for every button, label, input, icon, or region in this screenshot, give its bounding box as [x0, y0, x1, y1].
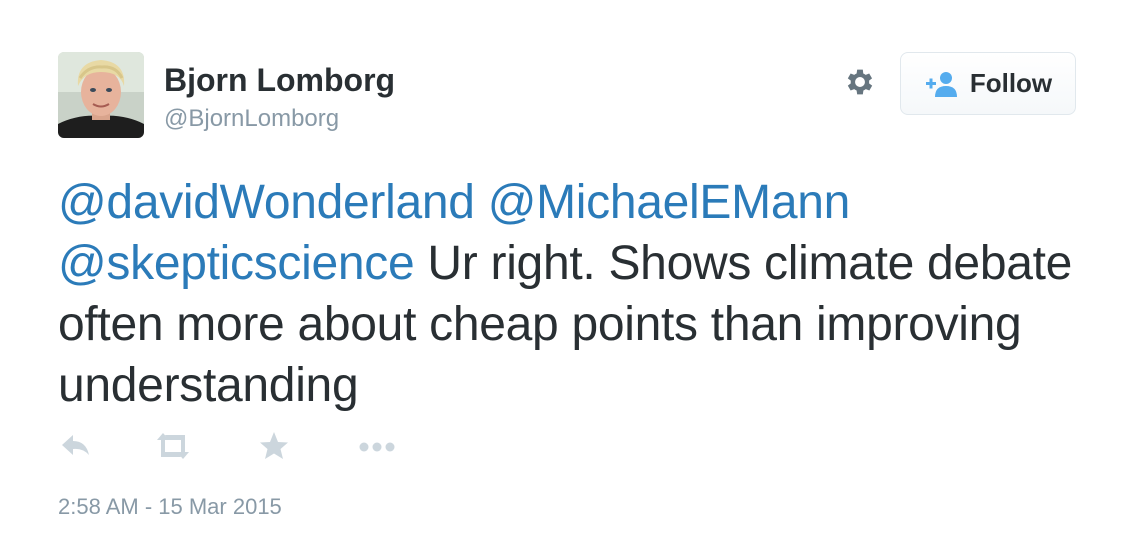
follow-button[interactable]: Follow	[900, 52, 1076, 115]
gear-icon[interactable]	[843, 65, 877, 99]
tweet-text: @davidWonderland @MichaelEMann @skeptics…	[58, 172, 1118, 416]
star-icon[interactable]	[258, 430, 290, 467]
screen-name[interactable]: @BjornLomborg	[164, 105, 339, 133]
tweet-card: Bjorn Lomborg @BjornLomborg Follow @davi…	[0, 0, 1140, 560]
mention-link[interactable]: @skepticscience	[58, 237, 415, 290]
add-user-icon	[924, 71, 958, 97]
tweet-timestamp[interactable]: 2:58 AM - 15 Mar 2015	[58, 494, 282, 520]
mention-link[interactable]: @davidWonderland	[58, 176, 475, 229]
more-dots-icon[interactable]	[358, 430, 396, 467]
reply-icon[interactable]	[60, 430, 92, 467]
follow-button-label: Follow	[969, 68, 1053, 98]
avatar-photo	[58, 52, 144, 138]
display-name[interactable]: Bjorn Lomborg	[164, 62, 395, 99]
avatar[interactable]	[58, 52, 144, 138]
retweet-icon[interactable]	[154, 430, 192, 467]
mention-link[interactable]: @MichaelEMann	[488, 176, 851, 229]
